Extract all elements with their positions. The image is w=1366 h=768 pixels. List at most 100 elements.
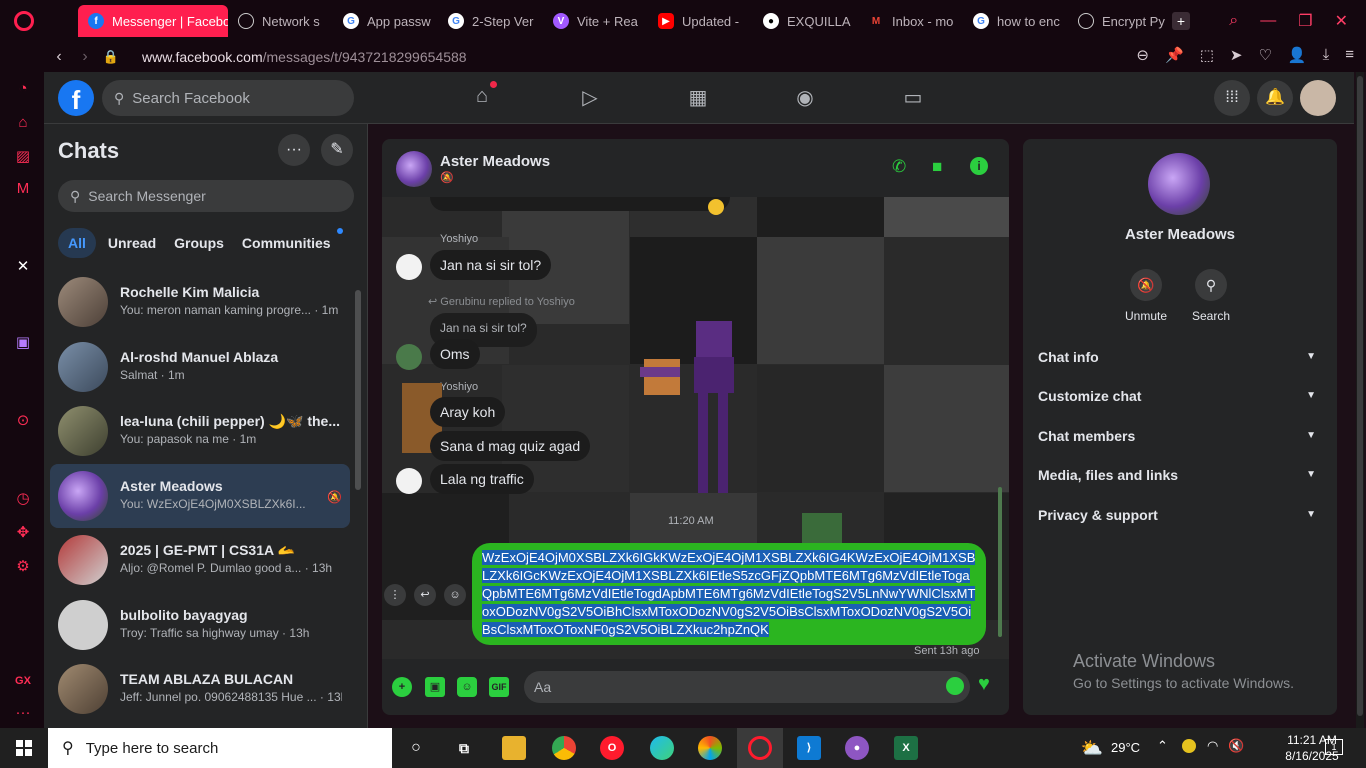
menu-grid-icon[interactable]: ⁞⁞⁞	[1214, 80, 1250, 116]
video-icon[interactable]: ▷	[577, 85, 603, 111]
new-tab-plus-icon[interactable]: +	[1172, 12, 1190, 30]
chrome-icon[interactable]	[552, 736, 576, 760]
chat-item[interactable]: bulbolito bayagyag Troy: Traffic sa high…	[50, 593, 350, 658]
pin-icon[interactable]: 📌	[1165, 46, 1184, 64]
task-view-icon[interactable]: ⧉	[452, 736, 476, 760]
message-bubble[interactable]: Aray koh	[430, 397, 506, 427]
chevron-up-icon[interactable]: ⌃	[1157, 738, 1168, 754]
video-call-icon[interactable]: ■	[932, 157, 942, 177]
gif-icon[interactable]: GIF	[489, 677, 509, 697]
windows-start-icon[interactable]	[0, 728, 48, 768]
message-bubble[interactable]	[430, 197, 730, 211]
minimize-icon[interactable]: —	[1260, 12, 1276, 30]
section-privacy-support[interactable]: Privacy & support ▼	[1038, 497, 1322, 533]
filter-communities[interactable]: Communities	[236, 228, 343, 258]
message-bubble[interactable]: Jan na si sir tol?	[430, 250, 552, 280]
url-field[interactable]: www.facebook.com/messages/t/943721829965…	[142, 49, 467, 65]
maximize-icon[interactable]: ❐	[1298, 11, 1312, 31]
section-customize-chat[interactable]: Customize chat ▼	[1038, 378, 1322, 414]
mail-icon[interactable]: M	[14, 180, 32, 198]
excel-icon[interactable]: X	[894, 736, 918, 760]
tab-encrypt[interactable]: Encrypt Py	[1068, 5, 1168, 37]
gx-icon[interactable]: GX	[14, 672, 32, 690]
groups-icon[interactable]: ◉	[792, 85, 818, 111]
section-chat-members[interactable]: Chat members ▼	[1038, 418, 1322, 454]
notification-center-icon[interactable]: 1	[1325, 739, 1343, 755]
marketplace-icon[interactable]: ▦	[685, 85, 711, 111]
message-bubble[interactable]: Sana d mag quiz agad	[430, 431, 591, 461]
flow-icon[interactable]: ▨	[14, 148, 32, 166]
react-icon[interactable]: ☺	[444, 584, 466, 606]
player-icon[interactable]: ⊙	[14, 412, 32, 430]
tab-youtube[interactable]: ▶ Updated -	[648, 5, 753, 37]
page-scrollbar[interactable]	[1356, 72, 1364, 728]
weather-icon[interactable]: ⛅	[1080, 736, 1104, 760]
tab-app-passwords[interactable]: G App passw	[333, 5, 438, 37]
avatar[interactable]	[396, 344, 422, 370]
more-icon[interactable]: ···	[14, 704, 32, 722]
filter-groups[interactable]: Groups	[168, 228, 230, 258]
facebook-logo-icon[interactable]: f	[58, 80, 94, 116]
forward-icon[interactable]: ›	[72, 48, 98, 66]
home-icon[interactable]: ⌂	[469, 81, 497, 111]
notifications-icon[interactable]: 🔔	[1257, 80, 1293, 116]
plus-icon[interactable]: +	[392, 677, 412, 697]
selected-message-text[interactable]: WzExOjE4OjM0XSBLZXk6IGkKWzExOjE4OjM1XSBL…	[482, 550, 976, 637]
my-message-bubble[interactable]: WzExOjE4OjM0XSBLZXk6IGkKWzExOjE4OjM1XSBL…	[472, 543, 986, 645]
message-bubble[interactable]: Oms	[430, 339, 480, 369]
edge-icon[interactable]	[650, 736, 674, 760]
bag-icon[interactable]: ⌂	[14, 114, 32, 132]
avatar[interactable]	[396, 254, 422, 280]
new-message-icon[interactable]: ✎	[321, 134, 353, 166]
chat-item[interactable]: lea-luna (chili pepper) 🌙🦋 the... You: p…	[50, 399, 350, 464]
message-input[interactable]: Aa	[524, 671, 970, 703]
search-tabs-icon[interactable]: ⌕	[1229, 12, 1238, 30]
norton-icon[interactable]	[1182, 739, 1196, 753]
extensions-icon[interactable]: ✥	[14, 524, 32, 542]
vscode-icon[interactable]: ⟩	[797, 736, 821, 760]
search-messenger-input[interactable]: ⚲ Search Messenger	[58, 180, 354, 212]
profile-icon[interactable]: 👤	[1288, 46, 1307, 64]
section-media-files[interactable]: Media, files and links ▼	[1038, 457, 1322, 493]
zoom-icon[interactable]: ⊖	[1136, 46, 1149, 64]
opera-icon[interactable]: O	[600, 736, 624, 760]
tab-google-search[interactable]: G how to enc	[963, 5, 1068, 37]
download-icon[interactable]: ⤓	[1323, 46, 1330, 64]
volume-muted-icon[interactable]: 🔇	[1228, 738, 1244, 754]
chat-item[interactable]: 2025 | GE-PMT | CS31A 🫴 Aljo: @Romel P. …	[50, 528, 350, 593]
chat-item-selected[interactable]: Aster Meadows You: WzExOjE4OjM0XSBLZXk6I…	[50, 463, 350, 528]
message-list[interactable]: Yoshiyo Jan na si sir tol? ↩ Gerubinu re…	[382, 197, 1009, 659]
chat-list-scrollbar[interactable]	[354, 270, 362, 720]
chat-item[interactable]: Rochelle Kim Malicia You: meron naman ka…	[50, 270, 350, 335]
speed-dial-icon[interactable]: ◔	[14, 80, 32, 98]
menu-icon[interactable]: ≡	[1345, 46, 1354, 64]
wifi-icon[interactable]: ◠	[1207, 738, 1218, 754]
like-heart-icon[interactable]: ♥	[978, 673, 990, 696]
more-options-icon[interactable]: ···	[278, 134, 310, 166]
settings-icon[interactable]: ⚙	[14, 558, 32, 576]
avatar[interactable]	[396, 151, 432, 187]
cortana-icon[interactable]: ○	[404, 736, 428, 760]
search-conversation-button[interactable]: ⚲ Search	[1181, 269, 1241, 323]
send-icon[interactable]: ➤	[1230, 46, 1243, 64]
chat-item[interactable]: TEAM ABLAZA BULACAN Jeff: Junnel po. 090…	[50, 657, 350, 722]
profile-avatar[interactable]	[1300, 80, 1336, 116]
tab-2-step[interactable]: G 2-Step Ver	[438, 5, 543, 37]
unmute-button[interactable]: 🔕 Unmute	[1116, 269, 1176, 323]
colorful-app-icon[interactable]	[698, 736, 722, 760]
weather-temp[interactable]: 29°C	[1111, 740, 1140, 755]
tab-gmail[interactable]: M Inbox - mo	[858, 5, 963, 37]
more-icon[interactable]: ⋮	[384, 584, 406, 606]
info-icon[interactable]: i	[970, 157, 988, 175]
filter-all[interactable]: All	[58, 228, 96, 258]
image-icon[interactable]: ▣	[425, 677, 445, 697]
lock-icon[interactable]: 🔒	[98, 49, 124, 65]
emoji-icon[interactable]	[946, 677, 964, 695]
tab-messenger[interactable]: f Messenger | Facebo	[78, 5, 228, 37]
github-desktop-icon[interactable]: ●	[845, 736, 869, 760]
message-bubble[interactable]: Lala ng traffic	[430, 464, 534, 494]
facebook-search-input[interactable]: ⚲ Search Facebook	[102, 80, 354, 116]
file-explorer-icon[interactable]	[502, 736, 526, 760]
heart-icon[interactable]: ♡	[1258, 46, 1271, 64]
aria-icon[interactable]: ✕	[14, 258, 32, 276]
